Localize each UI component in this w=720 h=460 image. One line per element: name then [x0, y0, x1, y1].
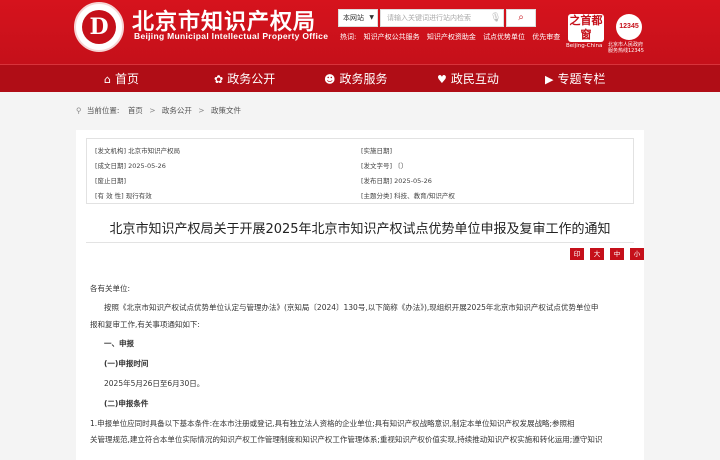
section-heading: 一、申报	[104, 339, 134, 348]
salutation: 各有关单位:	[90, 284, 131, 293]
capital-window-label: Beijing-China	[566, 43, 603, 49]
meta-created-date: [成文日期] 2025-05-26	[95, 162, 166, 170]
paragraph-line: 2025年5月26日至6月30日。	[104, 379, 205, 388]
breadcrumb-separator: >	[198, 106, 205, 115]
print-button[interactable]: 印	[570, 248, 584, 260]
hotword-link[interactable]: 优先审查	[532, 33, 560, 41]
chevron-down-icon: ▼	[369, 14, 374, 21]
printer-icon: 印	[573, 250, 581, 258]
meta-published-date: [发布日期] 2025-05-26	[361, 177, 432, 185]
breadcrumb-link-gov-affairs[interactable]: 政务公开	[162, 106, 192, 115]
meta-doc-number: [发文字号] 〔〕	[361, 162, 408, 170]
breadcrumb-link-home[interactable]: 首页	[128, 106, 143, 115]
hotword-link[interactable]: 试点优势单位	[483, 33, 525, 41]
nav-item-label: 政民互动	[450, 72, 499, 86]
hotword-link[interactable]: 知识产权资助金	[427, 33, 476, 41]
breadcrumb-prefix: 当前位置:	[86, 106, 120, 115]
content-panel: [发文机构] 北京市知识产权局 [成文日期] 2025-05-26 [废止日期]…	[76, 130, 644, 460]
hotwords: 热词: 知识产权公共服务 知识产权资助金 试点优势单位 优先审查	[340, 32, 565, 42]
search-icon: ⌕	[518, 12, 524, 23]
nav-item-label: 专题专栏	[557, 72, 606, 86]
font-medium-button[interactable]: 中	[610, 248, 624, 260]
play-icon: ▶	[545, 73, 554, 86]
nav-item-home[interactable]: ⌂ 首页	[104, 65, 139, 93]
search-button[interactable]: ⌕	[506, 9, 536, 27]
logo-glyph: D	[82, 10, 116, 44]
microphone-icon[interactable]: 🎙	[490, 12, 501, 24]
document-meta-box: [发文机构] 北京市知识产权局 [成文日期] 2025-05-26 [废止日期]…	[86, 138, 634, 204]
font-large-button[interactable]: 大	[590, 248, 604, 260]
paragraph-line: 关管理规范,建立符合本单位实际情况的知识产权工作管理制度和知识产权工作管理体系;…	[90, 435, 603, 444]
hotline-12345-badge[interactable]: 12345	[616, 14, 642, 40]
meta-validity: [有 效 性] 现行有效	[95, 192, 152, 200]
meta-issuer: [发文机构] 北京市知识产权局	[95, 147, 181, 155]
search-bar: 本网站 ▼ 请输入关键词进行站内检索 🎙 ⌕	[338, 9, 538, 27]
search-scope-value: 本网站	[343, 14, 364, 22]
location-pin-icon: ⚲	[76, 106, 82, 115]
nav-item-label: 政务服务	[339, 72, 388, 86]
nav-item-label: 首页	[114, 72, 139, 86]
site-logo[interactable]: D	[74, 2, 124, 52]
search-scope-select[interactable]: 本网站 ▼	[338, 9, 378, 27]
breadcrumb: ⚲ 当前位置: 首页 > 政务公开 > 政策文件	[76, 105, 241, 116]
nav-item-label: 政务公开	[227, 72, 276, 86]
breadcrumb-separator: >	[149, 106, 156, 115]
font-small-button[interactable]: 小	[630, 248, 644, 260]
subsection-heading: (一)申报时间	[104, 359, 149, 368]
main-nav: ⌂ 首页 ✿ 政务公开 ☻ 政务服务 ♥ 政民互动 ▶ 专题专栏	[0, 64, 720, 92]
capital-window-text: 之首都窗	[569, 14, 603, 41]
site-header: D 北京市知识产权局 Beijing Municipal Intellectua…	[0, 0, 720, 64]
paragraph-line: 1.申报单位应同时具备以下基本条件:在本市注册或登记,具有独立法人资格的企业单位…	[90, 419, 575, 428]
breadcrumb-link-policy[interactable]: 政策文件	[211, 106, 241, 115]
site-subtitle: Beijing Municipal Intellectual Property …	[134, 31, 329, 41]
meta-expired-date: [废止日期]	[95, 177, 127, 185]
hotwords-label: 热词:	[340, 33, 357, 41]
nav-item-gov-services[interactable]: ☻ 政务服务	[324, 65, 387, 93]
meta-topic: [主题分类] 科技、教育/知识产权	[361, 192, 455, 200]
paragraph-line: 按照《北京市知识产权试点优势单位认定与管理办法》(京知局〔2024〕130号,以…	[104, 303, 599, 312]
meta-implement-date: [实施日期]	[361, 147, 393, 155]
nav-item-interaction[interactable]: ♥ 政民互动	[437, 65, 499, 93]
hotline-12345-label: 北京市人民政府 服务热线12345	[608, 42, 644, 54]
hotword-link[interactable]: 知识产权公共服务	[364, 33, 420, 41]
subsection-heading: (二)申报条件	[104, 399, 149, 408]
home-icon: ⌂	[104, 73, 111, 86]
heart-icon: ♥	[437, 73, 447, 86]
nav-item-topics[interactable]: ▶ 专题专栏	[545, 65, 605, 93]
nav-item-gov-affairs[interactable]: ✿ 政务公开	[214, 65, 275, 93]
search-input[interactable]: 请输入关键词进行站内检索	[380, 9, 504, 27]
paragraph-line: 报和复审工作,有关事项通知如下:	[90, 320, 200, 329]
divider	[86, 242, 634, 243]
document-title: 北京市知识产权局关于开展2025年北京市知识产权试点优势单位申报及复审工作的通知	[109, 222, 611, 237]
gear-icon: ✿	[214, 73, 224, 86]
capital-window-badge[interactable]: 之首都窗	[568, 14, 604, 42]
people-icon: ☻	[324, 73, 336, 86]
